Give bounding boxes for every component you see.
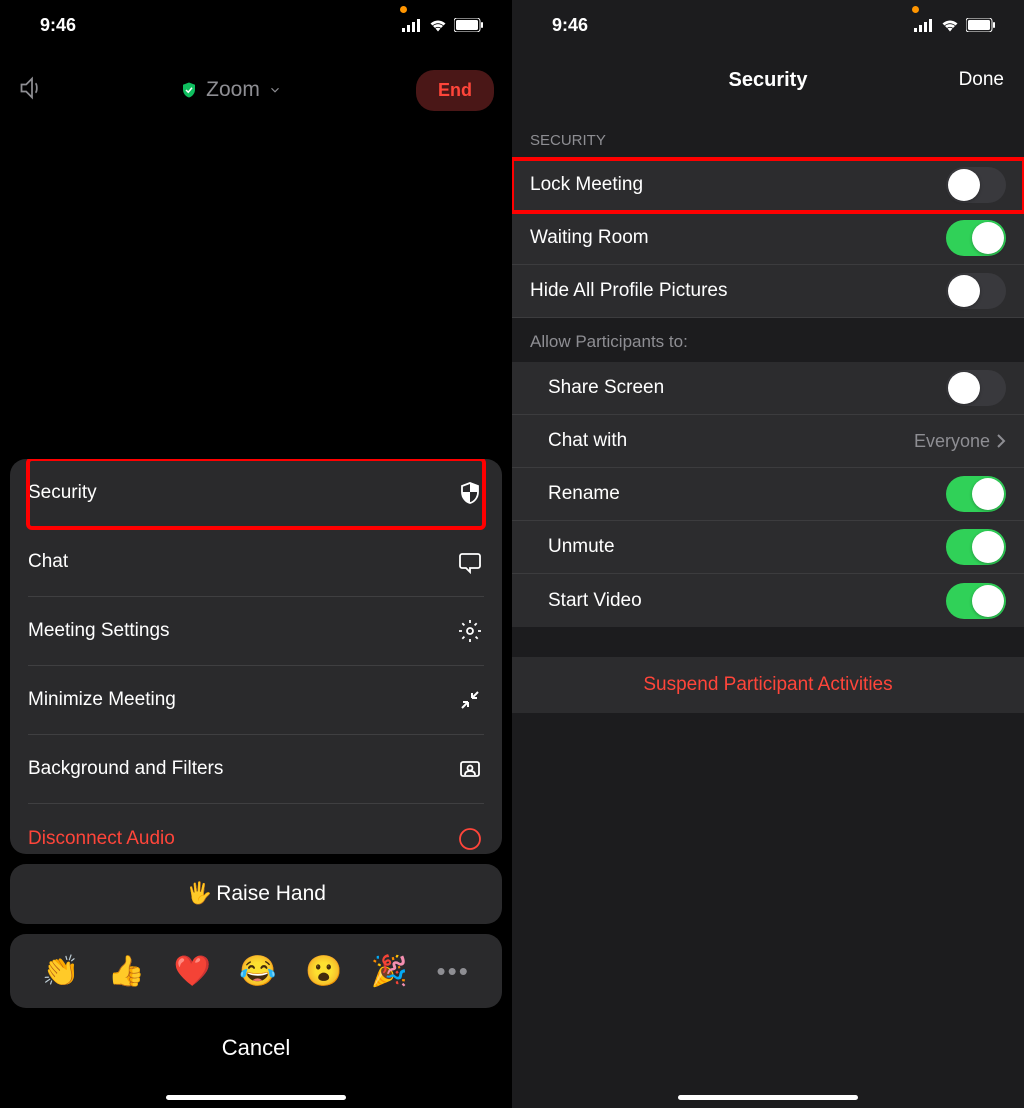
raise-hand-button[interactable]: 🖐 Raise Hand — [10, 864, 502, 924]
gear-icon — [456, 617, 484, 645]
row-share-screen[interactable]: Share Screen — [512, 362, 1024, 415]
page-title: Security — [729, 69, 808, 92]
shield-check-icon — [180, 81, 198, 99]
toggle-share-screen[interactable] — [946, 370, 1006, 406]
menu-item-security[interactable]: Security — [28, 459, 484, 528]
chat-with-value: Everyone — [914, 431, 990, 452]
reaction-wow[interactable]: 😮 — [305, 954, 342, 989]
recording-dot-icon — [912, 6, 919, 13]
reaction-thumbsup[interactable]: 👍 — [108, 954, 145, 989]
person-frame-icon — [456, 755, 484, 783]
battery-icon — [966, 18, 996, 32]
home-indicator[interactable] — [166, 1095, 346, 1100]
battery-icon — [454, 18, 484, 32]
reaction-heart[interactable]: ❤️ — [174, 954, 211, 989]
cancel-button[interactable]: Cancel — [10, 1018, 502, 1078]
app-title[interactable]: Zoom — [58, 78, 404, 102]
status-time: 9:46 — [28, 15, 76, 36]
wifi-icon — [428, 18, 448, 32]
row-waiting-room[interactable]: Waiting Room — [512, 212, 1024, 265]
cellular-icon — [402, 19, 422, 32]
chat-icon — [456, 548, 484, 576]
right-screenshot: 9:46 Security Done SECURITY Lock Meeting… — [512, 0, 1024, 1108]
reaction-laugh[interactable]: 😂 — [239, 954, 276, 989]
end-meeting-button[interactable]: End — [416, 70, 494, 111]
chevron-right-icon — [996, 433, 1006, 449]
done-button[interactable]: Done — [959, 69, 1004, 91]
menu-panel: Security Chat Meeting Settings Minimize … — [10, 459, 502, 854]
status-bar: 9:46 — [0, 0, 512, 50]
row-unmute[interactable]: Unmute — [512, 521, 1024, 574]
row-hide-profile-pictures[interactable]: Hide All Profile Pictures — [512, 265, 1024, 318]
wifi-icon — [940, 18, 960, 32]
toggle-rename[interactable] — [946, 476, 1006, 512]
menu-item-minimize[interactable]: Minimize Meeting — [28, 666, 484, 735]
row-start-video[interactable]: Start Video — [512, 574, 1024, 627]
nav-header: Security Done — [512, 50, 1024, 110]
reaction-tada[interactable]: 🎉 — [371, 954, 408, 989]
app-name-label: Zoom — [206, 78, 260, 102]
home-indicator[interactable] — [678, 1095, 858, 1100]
menu-item-disconnect-audio[interactable]: Disconnect Audio — [28, 804, 484, 854]
speaker-icon[interactable] — [18, 74, 46, 107]
disconnect-audio-icon — [456, 825, 484, 853]
raise-hand-emoji: 🖐 — [186, 882, 212, 906]
more-actions-sheet: Security Chat Meeting Settings Minimize … — [10, 459, 502, 1078]
reactions-row: 👏 👍 ❤️ 😂 😮 🎉 ••• — [10, 934, 502, 1008]
security-settings-list: Lock Meeting Waiting Room Hide All Profi… — [512, 159, 1024, 318]
meeting-toolbar: Zoom End — [0, 50, 512, 130]
row-chat-with[interactable]: Chat with Everyone — [512, 415, 1024, 468]
row-rename[interactable]: Rename — [512, 468, 1024, 521]
left-screenshot: 9:46 Zoom End Secur — [0, 0, 512, 1108]
toggle-lock-meeting[interactable] — [946, 167, 1006, 203]
minimize-icon — [456, 686, 484, 714]
allow-participants-label: Allow Participants to: — [512, 318, 1024, 362]
permissions-list: Share Screen Chat with Everyone Rename U… — [512, 362, 1024, 627]
toggle-start-video[interactable] — [946, 583, 1006, 619]
shield-icon — [456, 479, 484, 507]
status-bar: 9:46 — [512, 0, 1024, 50]
menu-item-chat[interactable]: Chat — [28, 528, 484, 597]
toggle-hide-profiles[interactable] — [946, 273, 1006, 309]
section-header-security: SECURITY — [512, 110, 1024, 159]
suspend-activities-button[interactable]: Suspend Participant Activities — [512, 657, 1024, 713]
menu-item-background[interactable]: Background and Filters — [28, 735, 484, 804]
recording-dot-icon — [400, 6, 407, 13]
cellular-icon — [914, 19, 934, 32]
status-time: 9:46 — [540, 15, 588, 36]
toggle-waiting-room[interactable] — [946, 220, 1006, 256]
menu-item-settings[interactable]: Meeting Settings — [28, 597, 484, 666]
chevron-down-icon — [268, 83, 282, 97]
reactions-more-icon[interactable]: ••• — [436, 956, 469, 987]
reaction-clap[interactable]: 👏 — [42, 954, 79, 989]
row-lock-meeting[interactable]: Lock Meeting — [512, 159, 1024, 212]
toggle-unmute[interactable] — [946, 529, 1006, 565]
